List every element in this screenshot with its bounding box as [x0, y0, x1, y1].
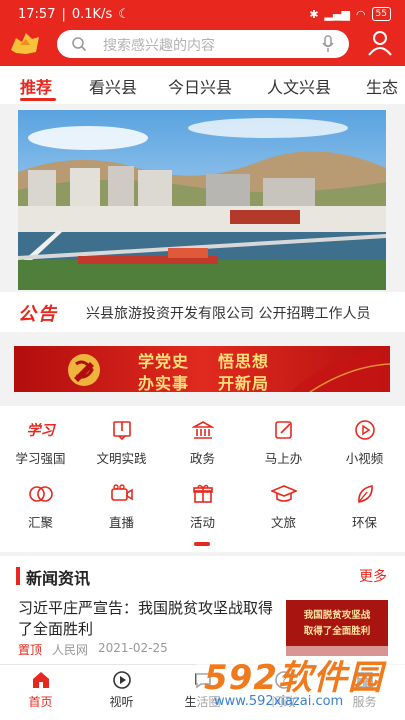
tab-jinri-xingxian[interactable]: 今日兴县	[168, 74, 232, 98]
flag-decoration	[290, 346, 390, 392]
wifi-icon: ◠	[355, 7, 366, 21]
user-profile-icon[interactable]	[367, 30, 393, 56]
status-time: 17:57	[18, 7, 56, 22]
home-icon	[32, 672, 49, 688]
book-icon	[112, 421, 131, 441]
search-placeholder[interactable]: 搜索感兴趣的内容	[103, 35, 215, 55]
party-emblem-icon	[68, 354, 100, 386]
search-icon	[72, 37, 87, 52]
announcement-label: 公告	[18, 304, 58, 325]
tab-renwen-xingxian[interactable]: 人文兴县	[267, 74, 331, 98]
news-headline[interactable]: 习近平庄严宣告：我国脱贫攻坚战取得了全面胜利	[18, 598, 278, 640]
service-environment[interactable]: 环保	[324, 482, 405, 531]
service-short-video[interactable]: 小视频	[324, 418, 405, 467]
news-more-link[interactable]: 更多	[359, 566, 387, 586]
thumb-caption-1: 我国脱贫攻坚战	[303, 610, 371, 621]
grid-page-indicator	[194, 542, 210, 546]
announcement-bar[interactable]: 公告 兴县旅游投资开发有限公司 公开招聘工作人员	[0, 292, 405, 332]
status-speed: 0.1K/s	[71, 7, 113, 22]
active-tab-indicator	[20, 98, 56, 101]
rings-icon	[28, 486, 53, 502]
battery-icon: 55	[371, 7, 391, 21]
app-logo-icon[interactable]	[8, 30, 42, 58]
section-accent-bar	[16, 567, 20, 585]
tab-ecology[interactable]: 生态	[366, 74, 398, 98]
news-meta: 置顶 人民网 2021-02-25	[18, 641, 168, 658]
watermark-brand: 592软件园	[204, 658, 383, 698]
promo-slogan-3: 办实事	[138, 374, 190, 392]
promo-slogan-1: 学党史	[138, 352, 190, 371]
hero-banner-image[interactable]	[18, 110, 386, 290]
status-bar: 17:57 | 0.1K/s ☾ ✱ ▂▄▆ ◠ 55	[0, 0, 405, 30]
news-section-title: 新闻资讯	[26, 569, 91, 588]
service-grid: 学习 学习强国 文明实践 政务 马上办 小视频 汇聚 直播 活动 文旅 环保	[0, 406, 405, 552]
news-source: 人民网	[52, 643, 89, 657]
promo-slogan-2: 悟思想	[218, 352, 270, 371]
service-government[interactable]: 政务	[162, 418, 243, 467]
play-icon	[354, 420, 375, 440]
announcement-text[interactable]: 兴县旅游投资开发有限公司 公开招聘工作人员	[86, 303, 386, 323]
nav-home[interactable]: 首页	[0, 669, 81, 710]
service-xuexi-qiangguo[interactable]: 学习 学习强国	[0, 418, 81, 467]
gift-icon	[192, 484, 213, 503]
status-divider: |	[61, 7, 66, 22]
bluetooth-icon: ✱	[309, 7, 319, 21]
site-watermark: 592软件园 www.592xiazai.com	[196, 646, 405, 720]
service-culture-tourism[interactable]: 文旅	[243, 482, 324, 531]
service-live-stream[interactable]: 直播	[81, 482, 162, 531]
service-civilization-practice[interactable]: 文明实践	[81, 418, 162, 467]
pinned-badge: 置顶	[18, 643, 43, 657]
service-activities[interactable]: 活动	[162, 482, 243, 531]
thumb-caption-2: 取得了全面胜利	[303, 626, 371, 637]
moon-icon: ☾	[118, 7, 130, 22]
promo-slogan-4: 开新局	[218, 374, 270, 392]
play-circle-icon	[112, 671, 131, 689]
government-icon	[191, 421, 214, 439]
service-gather[interactable]: 汇聚	[0, 482, 81, 531]
edit-icon	[274, 421, 292, 439]
graduation-cap-icon	[270, 485, 297, 502]
party-history-promo-banner[interactable]: 学党史 悟思想 办实事 开新局	[14, 346, 390, 392]
leaf-icon	[357, 485, 373, 503]
watermark-url: www.592xiazai.com	[214, 694, 344, 709]
xuexi-icon: 学习	[26, 423, 55, 439]
service-immediate-handling[interactable]: 马上办	[243, 418, 324, 467]
news-date: 2021-02-25	[98, 641, 168, 655]
camera-icon	[110, 484, 133, 501]
tab-recommend[interactable]: 推荐	[20, 74, 52, 98]
nav-audio-video[interactable]: 视听	[81, 669, 162, 710]
channel-tabs: 推荐 看兴县 今日兴县 人文兴县 生态	[0, 66, 405, 104]
microphone-icon[interactable]	[321, 35, 335, 53]
search-bar[interactable]: 搜索感兴趣的内容	[57, 30, 349, 58]
signal-icon: ▂▄▆	[324, 7, 350, 21]
tab-kan-xingxian[interactable]: 看兴县	[89, 74, 137, 98]
top-header: 17:57 | 0.1K/s ☾ ✱ ▂▄▆ ◠ 55 搜索感兴趣的内容	[0, 0, 405, 66]
